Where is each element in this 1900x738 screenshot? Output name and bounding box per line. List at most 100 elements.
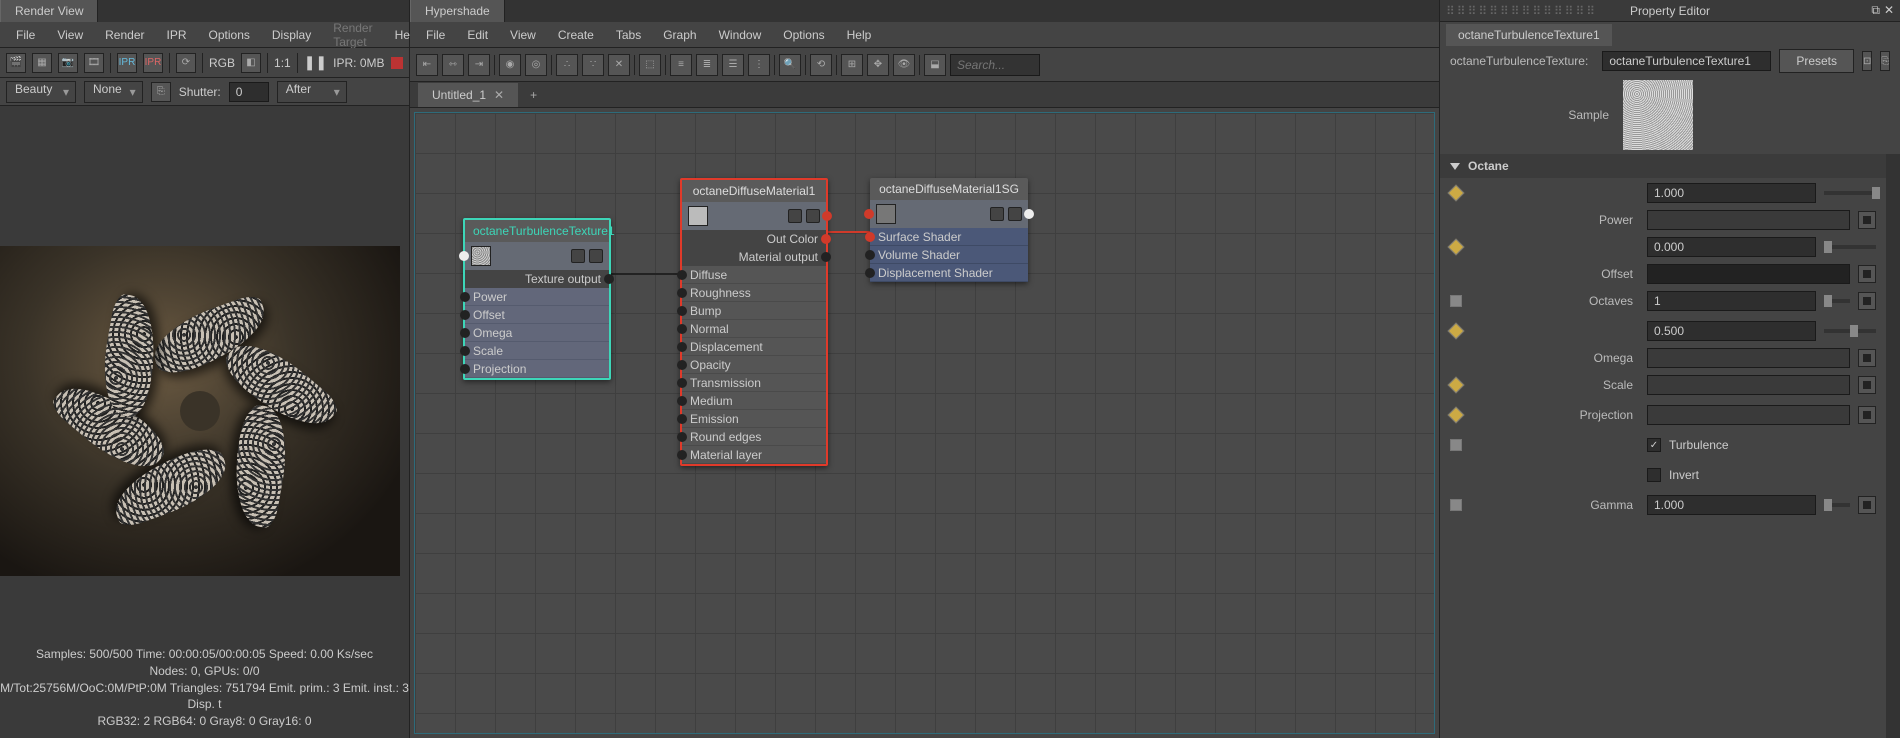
input-port[interactable]	[677, 432, 687, 442]
render-region-icon[interactable]: ▦	[32, 53, 52, 73]
attr-scale[interactable]: Scale	[465, 342, 609, 360]
show-small-icon[interactable]: ☰	[722, 54, 744, 76]
attr-diffuse[interactable]: Diffuse	[682, 266, 826, 284]
clapper-icon[interactable]: 🎬	[6, 53, 26, 73]
offset-color[interactable]	[1647, 264, 1850, 284]
graph-remove-icon[interactable]: ∵	[582, 54, 604, 76]
map-button[interactable]	[1858, 211, 1876, 229]
keyframe-icon[interactable]	[1448, 377, 1465, 394]
node-s-icon[interactable]	[788, 209, 802, 223]
input-port[interactable]	[677, 450, 687, 460]
attr-omega[interactable]: Omega	[465, 324, 609, 342]
octaves-input[interactable]	[1647, 291, 1816, 311]
none-dropdown[interactable]: None	[84, 81, 143, 103]
node-header[interactable]	[682, 202, 826, 230]
menu-render[interactable]: Render	[95, 24, 154, 46]
input-port[interactable]	[460, 310, 470, 320]
power-input[interactable]	[1647, 183, 1816, 203]
tab-hypershade[interactable]: Hypershade	[410, 0, 505, 22]
refresh-icon[interactable]: ⟳	[176, 53, 196, 73]
attr-bump[interactable]: Bump	[682, 302, 826, 320]
show-hide-icon[interactable]: ⊡	[1862, 51, 1872, 71]
search-input[interactable]	[950, 54, 1040, 76]
node-output-port[interactable]	[1024, 209, 1034, 219]
attr-power[interactable]: Power	[465, 288, 609, 306]
close-tab-icon[interactable]: ✕	[494, 88, 504, 102]
omega-color[interactable]	[1647, 348, 1850, 368]
node-input-port[interactable]	[864, 209, 874, 219]
input-port[interactable]	[677, 306, 687, 316]
hs-menu-tabs[interactable]: Tabs	[606, 24, 651, 46]
shutter-input[interactable]	[229, 82, 269, 102]
menu-view[interactable]: View	[47, 24, 93, 46]
input-port[interactable]	[460, 364, 470, 374]
solo-last-icon[interactable]: ◎	[525, 54, 547, 76]
rearrange-icon[interactable]: ⬚	[639, 54, 661, 76]
attr-offset[interactable]: Offset	[465, 306, 609, 324]
input-port[interactable]	[460, 328, 470, 338]
attr-medium[interactable]: Medium	[682, 392, 826, 410]
copy-tab-icon[interactable]: ⎘	[1880, 51, 1890, 71]
turbulence-checkbox[interactable]	[1647, 438, 1661, 452]
eye-icon[interactable]: 👁	[893, 54, 915, 76]
hs-menu-help[interactable]: Help	[837, 24, 882, 46]
input-port[interactable]	[460, 346, 470, 356]
solo-material-icon[interactable]: ◉	[499, 54, 521, 76]
graph-add-icon[interactable]: ∴	[556, 54, 578, 76]
graph-tab-untitled[interactable]: Untitled_1 ✕	[418, 83, 518, 107]
power-color[interactable]	[1647, 210, 1850, 230]
show-med-icon[interactable]: ≣	[696, 54, 718, 76]
pan-icon[interactable]: ✥	[867, 54, 889, 76]
collapse-icon[interactable]	[1450, 163, 1460, 170]
omega-slider[interactable]	[1824, 329, 1876, 333]
ipr-stop-icon[interactable]: IPR	[143, 53, 163, 73]
node-output-row[interactable]: Texture output	[465, 270, 609, 288]
invert-checkbox[interactable]	[1647, 468, 1661, 482]
channels-icon[interactable]: ◧	[241, 53, 261, 73]
node-turbulence-texture[interactable]: octaneTurbulenceTexture1 Texture output …	[463, 218, 611, 380]
node-s-icon[interactable]	[571, 249, 585, 263]
attr-projection[interactable]: Projection	[465, 360, 609, 378]
render-sequence-icon[interactable]: 🎞	[84, 53, 104, 73]
menu-display[interactable]: Display	[262, 24, 321, 46]
power-slider[interactable]	[1824, 191, 1876, 195]
scrollbar[interactable]	[1886, 154, 1900, 738]
after-dropdown[interactable]: After	[277, 81, 347, 103]
node-name-input[interactable]	[1602, 51, 1771, 71]
keyframe-icon[interactable]	[1448, 239, 1465, 256]
map-button[interactable]	[1858, 406, 1876, 424]
map-button[interactable]	[1858, 265, 1876, 283]
presets-button[interactable]: Presets	[1779, 49, 1854, 73]
input-port[interactable]	[677, 414, 687, 424]
show-large-icon[interactable]: ≡	[670, 54, 692, 76]
hs-menu-create[interactable]: Create	[548, 24, 604, 46]
hs-menu-file[interactable]: File	[416, 24, 455, 46]
show-connected-icon[interactable]: ⋮	[748, 54, 770, 76]
attr-transmission[interactable]: Transmission	[682, 374, 826, 392]
output-port[interactable]	[604, 274, 614, 284]
map-button[interactable]	[1858, 292, 1876, 310]
hs-menu-window[interactable]: Window	[709, 24, 772, 46]
zoom-icon[interactable]: 🔍	[779, 54, 801, 76]
close-icon[interactable]: ✕	[1884, 3, 1894, 18]
octane-section-header[interactable]: Octane	[1440, 154, 1886, 178]
pause-icon[interactable]: ❚❚	[304, 54, 327, 71]
node-header[interactable]	[465, 242, 609, 270]
scale-field[interactable]	[1647, 375, 1850, 395]
add-graph-tab[interactable]: +	[518, 83, 549, 107]
output-port[interactable]	[821, 234, 831, 244]
node-list-icon[interactable]	[1008, 207, 1022, 221]
input-port[interactable]	[677, 342, 687, 352]
menu-ipr[interactable]: IPR	[157, 24, 197, 46]
grid-snap-icon[interactable]: ⊞	[841, 54, 863, 76]
node-input-port[interactable]	[459, 251, 469, 261]
snapshot-icon[interactable]: 📷	[58, 53, 78, 73]
input-port[interactable]	[677, 396, 687, 406]
map-button[interactable]	[1858, 376, 1876, 394]
restore-layout-icon[interactable]: ⬓	[924, 54, 946, 76]
attr-displacement-shader[interactable]: Displacement Shader	[870, 264, 1028, 282]
input-port[interactable]	[677, 360, 687, 370]
node-list-icon[interactable]	[589, 249, 603, 263]
hs-menu-edit[interactable]: Edit	[457, 24, 498, 46]
keyframe-icon[interactable]	[1450, 499, 1462, 511]
